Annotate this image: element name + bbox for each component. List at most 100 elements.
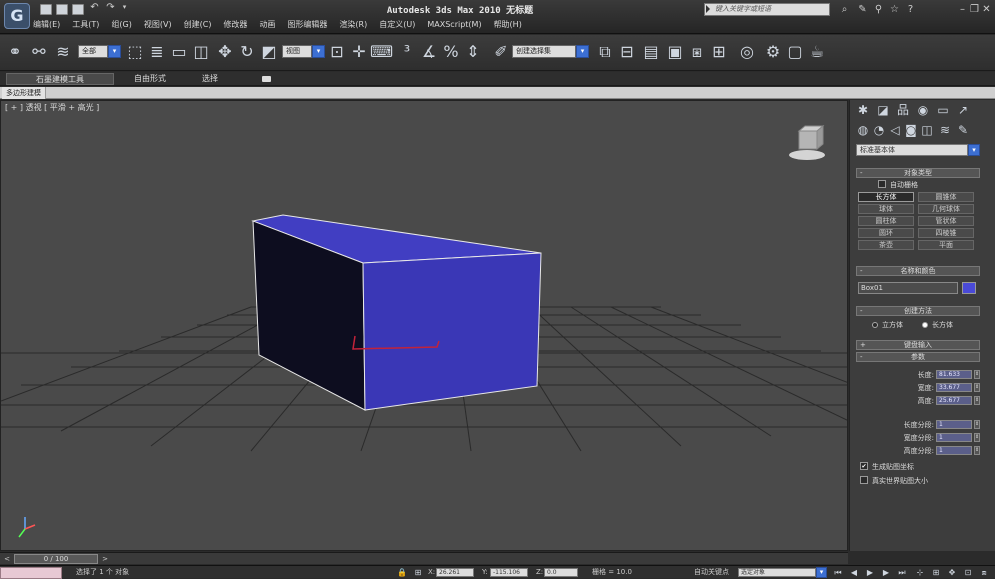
select-by-name-icon[interactable]: ≣ — [146, 41, 168, 63]
box-button[interactable]: 长方体 — [858, 192, 914, 202]
rollout-keyboard-entry[interactable]: + 键盘输入 — [856, 340, 980, 350]
unlink-icon[interactable]: ⚯ — [28, 41, 50, 63]
rendered-frame-window-icon[interactable]: ▢ — [784, 41, 806, 63]
width-segments-input[interactable]: 1 — [936, 433, 972, 442]
select-and-rotate-icon[interactable]: ↻ — [236, 41, 258, 63]
menu-graph-editors[interactable]: 图形编辑器 — [284, 18, 330, 32]
cylinder-button[interactable]: 圆柱体 — [858, 216, 914, 226]
real-world-map-checkbox[interactable] — [860, 476, 868, 484]
height-segments-input[interactable]: 1 — [936, 446, 972, 455]
zoom-extents-icon[interactable]: ⊹ — [914, 567, 926, 578]
time-next-arrow-icon[interactable]: > — [100, 554, 110, 564]
spinner-snap-icon[interactable]: ⇕ — [462, 41, 484, 63]
save-file-icon[interactable] — [72, 4, 84, 15]
space-warps-icon[interactable]: ≋ — [936, 122, 954, 138]
use-pivot-center-icon[interactable]: ⊡ — [326, 41, 348, 63]
length-segments-spinner-icon[interactable]: ⇕ — [974, 420, 980, 429]
selection-filter-arrow-icon[interactable]: ▾ — [108, 45, 121, 58]
close-icon[interactable]: ✕ — [980, 3, 993, 16]
torus-button[interactable]: 圆环 — [858, 228, 914, 238]
perspective-viewport[interactable]: [ + ] 透视 [ 平滑 + 高光 ] — [0, 100, 848, 551]
named-selection-dropdown[interactable]: 创建选择集 — [512, 45, 576, 58]
cube-radio[interactable] — [872, 322, 878, 328]
play-icon[interactable]: ▶ — [864, 567, 876, 578]
menu-create[interactable]: 创建(C) — [181, 18, 215, 32]
angle-snap-icon[interactable]: ∡ — [418, 41, 440, 63]
select-and-move-icon[interactable]: ✥ — [214, 41, 236, 63]
object-name-input[interactable]: Box01 — [858, 282, 958, 294]
gen-mapping-checkbox[interactable]: ✔ — [860, 462, 868, 470]
menu-rendering[interactable]: 渲染(R) — [336, 18, 370, 32]
window-crossing-icon[interactable]: ◫ — [190, 41, 212, 63]
tab-selection[interactable]: 选择 — [190, 73, 230, 85]
layer-manager-icon[interactable]: ▤ — [640, 41, 662, 63]
select-and-manipulate-icon[interactable]: ✛ — [348, 41, 370, 63]
help-icon[interactable]: ? — [904, 3, 917, 16]
tab-freeform[interactable]: 自由形式 — [122, 73, 178, 85]
length-input[interactable]: 81.633 — [936, 370, 972, 379]
schematic-view-icon[interactable]: ⊞ — [708, 41, 730, 63]
binoculars-icon[interactable]: ⌕ — [838, 3, 851, 16]
search-input[interactable]: 键入关键字或短语 — [704, 3, 830, 16]
menu-tools[interactable]: 工具(T) — [69, 18, 102, 32]
snaps-toggle-icon[interactable]: ³ — [396, 41, 418, 63]
redo-icon[interactable]: ↷ — [104, 1, 117, 14]
x-coord-input[interactable]: 26.261 — [436, 568, 474, 577]
height-input[interactable]: 25.677 — [936, 396, 972, 405]
primitive-category-arrow-icon[interactable]: ▾ — [968, 144, 980, 156]
absolute-mode-icon[interactable]: ⊞ — [412, 567, 424, 578]
menu-maxscript[interactable]: MAXScript(M) — [424, 18, 484, 32]
cone-button[interactable]: 圆锥体 — [918, 192, 974, 202]
display-panel-icon[interactable]: ▭ — [934, 102, 952, 118]
orbit-icon[interactable]: ⊡ — [962, 567, 974, 578]
curve-editor-icon[interactable]: ⧆ — [686, 41, 708, 63]
menu-modifiers[interactable]: 修改器 — [220, 18, 250, 32]
new-file-icon[interactable] — [40, 4, 52, 15]
geosphere-button[interactable]: 几何球体 — [918, 204, 974, 214]
keyboard-shortcut-override-icon[interactable]: ⌨ — [370, 41, 393, 63]
viewport-label[interactable]: [ + ] 透视 [ 平滑 + 高光 ] — [5, 102, 99, 113]
key-filter-arrow-icon[interactable]: ▾ — [816, 567, 827, 578]
align-icon[interactable]: ⊟ — [616, 41, 638, 63]
y-coord-input[interactable]: -115.106 — [490, 568, 528, 577]
rollout-parameters[interactable]: - 参数 — [856, 352, 980, 362]
plane-button[interactable]: 平面 — [918, 240, 974, 250]
rectangular-selection-icon[interactable]: ▭ — [168, 41, 190, 63]
polygon-modeling-panel[interactable]: 多边形建模 — [2, 87, 46, 99]
menu-views[interactable]: 视图(V) — [141, 18, 175, 32]
render-setup-icon[interactable]: ⚙ — [762, 41, 784, 63]
pan-view-icon[interactable]: ✥ — [946, 567, 958, 578]
box-object[interactable] — [251, 214, 542, 411]
mirror-icon[interactable]: ⧉ — [594, 41, 616, 63]
time-slider[interactable]: 0 / 100 — [14, 554, 98, 564]
rollout-creation-method[interactable]: - 创建方法 — [856, 306, 980, 316]
menu-customize[interactable]: 自定义(U) — [376, 18, 418, 32]
time-prev-arrow-icon[interactable]: < — [2, 554, 12, 564]
communication-icon[interactable]: ✎ — [856, 3, 869, 16]
reference-coordinate-dropdown[interactable]: 视图 — [282, 45, 312, 58]
quick-access-dropdown-icon[interactable]: ▾ — [118, 1, 131, 14]
utilities-panel-icon[interactable]: ↗ — [954, 102, 972, 118]
key-filter-dropdown[interactable]: 选定对象 — [738, 568, 816, 577]
object-color-swatch[interactable] — [962, 282, 976, 294]
next-frame-icon[interactable]: ▶ — [880, 567, 892, 578]
reference-coordinate-arrow-icon[interactable]: ▾ — [312, 45, 325, 58]
graphite-toggle-icon[interactable]: ▣ — [664, 41, 686, 63]
tab-graphite-modeling-tools[interactable]: 石墨建模工具 — [6, 73, 114, 85]
select-and-scale-icon[interactable]: ◩ — [258, 41, 280, 63]
rollout-name-color[interactable]: - 名称和颜色 — [856, 266, 980, 276]
open-file-icon[interactable] — [56, 4, 68, 15]
quick-render-icon[interactable]: ☕ — [806, 41, 828, 63]
select-object-icon[interactable]: ⬚ — [124, 41, 146, 63]
sphere-button[interactable]: 球体 — [858, 204, 914, 214]
box-radio[interactable] — [922, 322, 928, 328]
motion-panel-icon[interactable]: ◉ — [914, 102, 932, 118]
app-logo-icon[interactable]: G — [4, 3, 30, 29]
height-segments-spinner-icon[interactable]: ⇕ — [974, 446, 980, 455]
width-segments-spinner-icon[interactable]: ⇕ — [974, 433, 980, 442]
subscription-icon[interactable]: ⚲ — [872, 3, 885, 16]
maximize-viewport-icon[interactable]: ⧈ — [978, 567, 990, 578]
rollout-object-type[interactable]: - 对象类型 — [856, 168, 980, 178]
menu-group[interactable]: 组(G) — [108, 18, 134, 32]
helpers-icon[interactable]: ◫ — [918, 122, 936, 138]
